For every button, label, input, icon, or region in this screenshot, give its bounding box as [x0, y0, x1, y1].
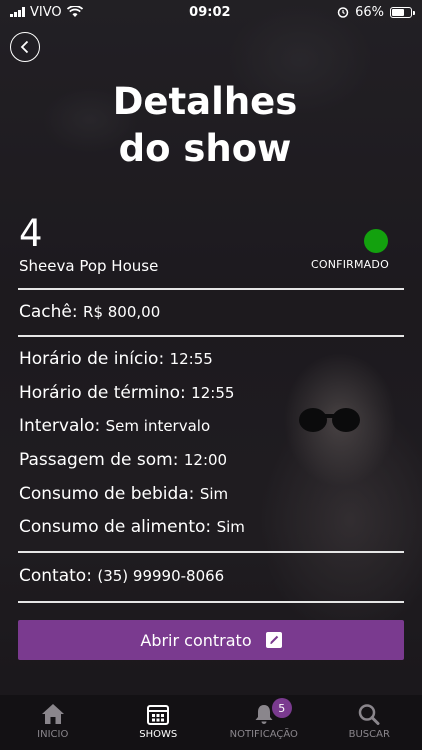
food-row: Consumo de alimento: Sim — [19, 517, 245, 537]
page-title-line-1: Detalhes — [112, 80, 298, 123]
home-icon — [41, 704, 64, 724]
status-label: CONFIRMADO — [311, 258, 389, 271]
end-time-value: 12:55 — [191, 384, 235, 402]
notification-badge: 5 — [271, 698, 292, 718]
open-contract-button[interactable]: Abrir contrato — [18, 620, 404, 660]
battery-icon — [389, 6, 415, 18]
alarm-icon — [337, 7, 349, 18]
contact-value[interactable]: (35) 99990-8066 — [97, 567, 224, 585]
divider — [18, 551, 404, 553]
tab-shows[interactable]: SHOWS — [108, 703, 208, 740]
edit-icon — [265, 632, 282, 648]
divider — [18, 335, 404, 337]
end-time-label: Horário de término: — [19, 383, 186, 403]
tab-notificacao[interactable]: 5 NOTIFICAÇÃO — [214, 698, 314, 740]
search-icon — [359, 704, 380, 725]
tab-shows-label: SHOWS — [139, 729, 178, 740]
drinks-label: Consumo de bebida: — [19, 484, 195, 504]
page-title: Detalhes do show — [0, 78, 410, 172]
start-time-value: 12:55 — [169, 350, 213, 368]
tab-buscar-label: BUSCAR — [348, 729, 390, 740]
break-value: Sem intervalo — [105, 417, 211, 435]
soundcheck-value: 12:00 — [183, 451, 228, 469]
fee-label: Cachê: — [19, 302, 78, 322]
start-time-row: Horário de início: 12:55 — [19, 349, 213, 369]
venue-name: Sheeva Pop House — [19, 257, 159, 275]
food-value: Sim — [216, 518, 245, 536]
wifi-icon — [66, 6, 83, 17]
fee-value: R$ 800,00 — [83, 303, 161, 321]
back-button[interactable] — [10, 32, 40, 62]
divider — [18, 288, 404, 290]
battery-percent: 66% — [355, 4, 384, 20]
drinks-row: Consumo de bebida: Sim — [19, 484, 228, 504]
tab-inicio[interactable]: INICIO — [3, 703, 103, 740]
open-contract-label: Abrir contrato — [140, 630, 252, 650]
start-time-label: Horário de início: — [19, 349, 165, 369]
fee-row: Cachê: R$ 800,00 — [19, 302, 160, 322]
signal-icon — [10, 7, 25, 17]
calendar-icon — [147, 705, 170, 725]
carrier-name: VIVO — [30, 4, 62, 20]
chevron-left-icon — [20, 40, 29, 54]
sunglasses-graphic — [299, 408, 360, 432]
drinks-value: Sim — [199, 485, 229, 503]
soundcheck-label: Passagem de som: — [19, 450, 179, 470]
break-label: Intervalo: — [19, 416, 101, 436]
status-indicator — [364, 229, 388, 253]
tab-notificacao-label: NOTIFICAÇÃO — [229, 729, 298, 740]
tab-bar: INICIO SHOWS 5 NOTIFICAÇÃO BUSCAR — [0, 695, 422, 750]
end-time-row: Horário de término: 12:55 — [19, 383, 234, 403]
tab-buscar[interactable]: BUSCAR — [319, 703, 419, 740]
contact-row: Contato: (35) 99990-8066 — [19, 566, 224, 586]
show-number: 4 — [19, 212, 43, 255]
divider — [18, 601, 404, 603]
soundcheck-row: Passagem de som: 12:00 — [19, 450, 227, 470]
break-row: Intervalo: Sem intervalo — [19, 416, 210, 436]
clock: 09:02 — [189, 4, 231, 20]
status-bar: VIVO 09:02 66% — [0, 0, 422, 24]
tab-inicio-label: INICIO — [37, 729, 69, 740]
page-title-line-2: do show — [118, 127, 292, 170]
food-label: Consumo de alimento: — [19, 517, 212, 537]
contact-label: Contato: — [19, 566, 92, 586]
